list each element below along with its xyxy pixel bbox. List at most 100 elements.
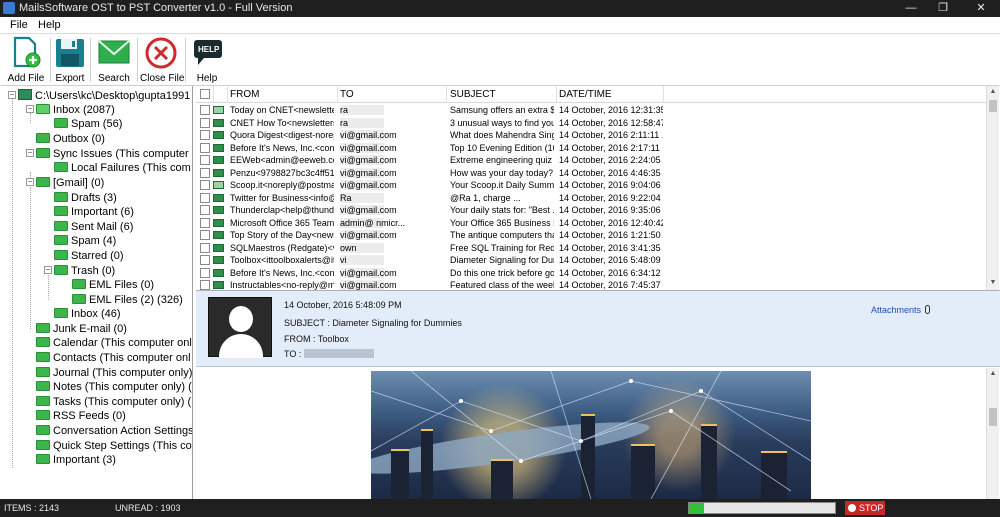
row-checkbox[interactable]	[200, 130, 210, 140]
tree-folder-gmail[interactable]: [Gmail] (0)	[36, 176, 104, 190]
title-bar: MailsSoftware OST to PST Converter v1.0 …	[0, 0, 1000, 17]
tree-folder-outbox[interactable]: Outbox (0)	[36, 132, 105, 146]
table-row[interactable]: Penzu<9798827bc3c4ff51... vi@gmail.com How…	[196, 167, 986, 180]
attachments-link[interactable]: Attachments	[871, 305, 931, 315]
tree-folder-local-failures[interactable]: Local Failures (This com	[54, 161, 191, 175]
cell-date: 14 October, 2016 9:22:04 ...	[559, 192, 663, 203]
cell-from: Toolbox<ittoolboxalerts@itt...	[230, 255, 334, 265]
table-row[interactable]: SQLMaestros (Redgate)<vi... own Free SQL T…	[196, 242, 986, 255]
cell-subject: Samsung offers an extra $1...	[450, 105, 554, 115]
tree-collapse-toggle[interactable]: −	[8, 91, 16, 99]
maximize-button[interactable]: ❐	[928, 0, 958, 17]
table-row[interactable]: Instructables<no-reply@ma... vi@gmail.com…	[196, 279, 986, 290]
cell-from: Penzu<9798827bc3c4ff51...	[230, 167, 334, 178]
tree-folder-spam-gmail[interactable]: Spam (4)	[54, 234, 116, 248]
table-row[interactable]: CNET How To<newsletters... ra 3 unusual wa…	[196, 117, 986, 130]
row-checkbox[interactable]	[200, 280, 210, 290]
table-row[interactable]: Today on CNET<newslette... ra Samsung offe…	[196, 104, 986, 117]
scroll-thumb[interactable]	[989, 100, 997, 112]
tree-collapse-toggle[interactable]: −	[26, 178, 34, 186]
progress-fill	[689, 503, 704, 513]
row-checkbox[interactable]	[200, 230, 210, 240]
row-checkbox[interactable]	[200, 267, 210, 278]
folder-icon	[36, 148, 50, 158]
tree-collapse-toggle[interactable]: −	[26, 149, 34, 157]
minimize-button[interactable]: —	[896, 0, 926, 17]
table-row[interactable]: Thunderclap<help@thund... vi@gmail.com You…	[196, 204, 986, 217]
unread-count: UNREAD : 1903	[115, 503, 181, 513]
search-button[interactable]: Search	[94, 36, 134, 84]
table-row[interactable]: Quora Digest<digest-norepl... vi@gmail.co…	[196, 129, 986, 142]
menu-file[interactable]: File	[10, 19, 28, 31]
table-row[interactable]: Scoop.it<noreply@postmas... vi@gmail.com Y…	[196, 179, 986, 192]
tree-folder-contacts[interactable]: Contacts (This computer onl	[36, 351, 191, 365]
cell-to: Ra	[340, 192, 352, 203]
add-file-button[interactable]: Add File	[6, 36, 46, 84]
table-row[interactable]: Twitter for Business<info@t... Ra @Ra 1, c…	[196, 192, 986, 205]
cell-date: 14 October, 2016 7:45:37 ...	[559, 280, 663, 290]
column-header-subject[interactable]: SUBJECT	[450, 89, 496, 100]
tree-folder-eml-files[interactable]: EML Files (0)	[72, 278, 154, 292]
row-checkbox[interactable]	[200, 105, 210, 115]
cell-date: 14 October, 2016 6:34:12 ...	[559, 267, 663, 278]
mail-envelope-icon	[213, 131, 224, 139]
tree-folder-journal[interactable]: Journal (This computer only)	[36, 366, 192, 380]
tree-folder-notes[interactable]: Notes (This computer only) (	[36, 380, 192, 394]
tree-root[interactable]: C:\Users\kc\Desktop\gupta1991	[18, 89, 190, 103]
close-window-button[interactable]: ✕	[962, 0, 1000, 17]
table-row[interactable]: Top Story of the Day<news... vi@gmail.com…	[196, 229, 986, 242]
grid-scrollbar[interactable]: ▲ ▼	[986, 86, 999, 290]
select-all-checkbox[interactable]	[200, 89, 210, 99]
scroll-up-icon[interactable]: ▲	[987, 86, 999, 98]
column-header-to[interactable]: TO	[340, 89, 354, 100]
tree-folder-inbox-gmail[interactable]: Inbox (46)	[54, 307, 121, 321]
menu-help[interactable]: Help	[38, 19, 61, 31]
table-row[interactable]: Toolbox<ittoolboxalerts@itt... vi Diameter…	[196, 254, 986, 267]
tree-folder-spam[interactable]: Spam (56)	[54, 117, 122, 131]
scroll-thumb[interactable]	[989, 408, 997, 426]
body-scrollbar[interactable]: ▲	[986, 368, 999, 499]
column-header-from[interactable]: FROM	[230, 89, 259, 100]
table-row[interactable]: EEWeb<admin@eeweb.co... vi@gmail.com Extre…	[196, 154, 986, 167]
scroll-down-icon[interactable]: ▼	[987, 277, 999, 289]
table-row[interactable]: Microsoft Office 365 Team... admin@ nmicr…	[196, 217, 986, 230]
tree-folder-tasks[interactable]: Tasks (This computer only) (	[36, 395, 191, 409]
column-separator	[663, 86, 664, 103]
row-checkbox[interactable]	[200, 242, 210, 253]
tree-folder-junk[interactable]: Junk E-mail (0)	[36, 322, 127, 336]
row-checkbox[interactable]	[200, 142, 210, 153]
stop-button[interactable]: STOP	[845, 501, 885, 515]
row-checkbox[interactable]	[200, 167, 210, 178]
tree-folder-quick-step[interactable]: Quick Step Settings (This co	[36, 439, 192, 453]
scroll-up-icon[interactable]: ▲	[987, 368, 999, 380]
column-header-date[interactable]: DATE/TIME	[559, 89, 612, 100]
table-row[interactable]: Before It's News, Inc.<cont... vi@gmail.c…	[196, 142, 986, 155]
tree-folder-sent-mail[interactable]: Sent Mail (6)	[54, 220, 133, 234]
tree-folder-starred[interactable]: Starred (0)	[54, 249, 124, 263]
row-checkbox[interactable]	[200, 180, 210, 190]
tree-folder-important[interactable]: Important (6)	[54, 205, 134, 219]
tree-collapse-toggle[interactable]: −	[44, 266, 52, 274]
mail-envelope-icon	[213, 193, 224, 202]
tree-collapse-toggle[interactable]: −	[26, 105, 34, 113]
row-checkbox[interactable]	[200, 217, 210, 228]
row-checkbox[interactable]	[200, 155, 210, 165]
tree-folder-important-root[interactable]: Important (3)	[36, 453, 116, 467]
tree-folder-inbox[interactable]: Inbox (2087)	[36, 103, 115, 117]
mail-envelope-icon	[213, 106, 224, 114]
tree-folder-eml-files-2[interactable]: EML Files (2) (326)	[72, 293, 183, 307]
close-file-button[interactable]: Close File	[140, 36, 184, 84]
tree-folder-rss[interactable]: RSS Feeds (0)	[36, 409, 126, 423]
tree-folder-conversation-action[interactable]: Conversation Action Settings	[36, 424, 192, 438]
help-button[interactable]: HELP Help	[188, 36, 226, 84]
row-checkbox[interactable]	[200, 192, 210, 203]
table-row[interactable]: Before It's News, Inc.<cont... vi@gmail.c…	[196, 267, 986, 280]
export-button[interactable]: Export	[52, 36, 88, 84]
row-checkbox[interactable]	[200, 205, 210, 215]
tree-folder-drafts[interactable]: Drafts (3)	[54, 191, 117, 205]
tree-folder-sync-issues[interactable]: Sync Issues (This computer	[36, 147, 189, 161]
row-checkbox[interactable]	[200, 255, 210, 265]
tree-folder-calendar[interactable]: Calendar (This computer onl	[36, 336, 192, 350]
row-checkbox[interactable]	[200, 117, 210, 128]
tree-folder-trash[interactable]: Trash (0)	[54, 264, 115, 278]
